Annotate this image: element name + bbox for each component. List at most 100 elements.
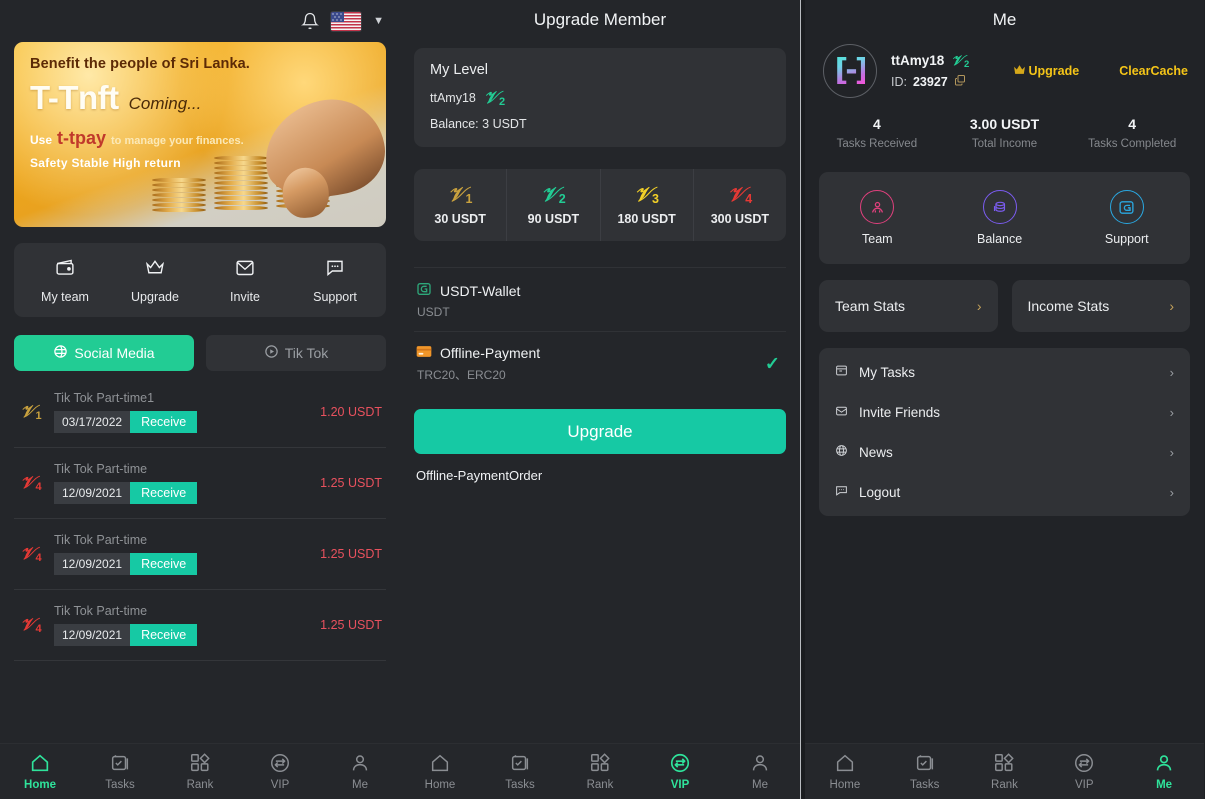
- profile-header: [-] ttAmy18 𝒱2 ID: 23927 Upgrade ClearCa…: [805, 40, 1204, 98]
- task-date: 03/17/2022: [54, 411, 131, 433]
- quick-action-team[interactable]: Team: [860, 190, 895, 246]
- tasks-icon: [511, 755, 529, 771]
- bottom-nav-label: VIP: [270, 779, 290, 791]
- quick-action-support[interactable]: Support: [1105, 190, 1149, 246]
- stats-card-row: Team Stats › Income Stats ›: [819, 280, 1190, 332]
- stat-label: Tasks Received: [836, 138, 918, 150]
- profile-stats: 4 Tasks Received 3.00 USDT Total Income …: [805, 116, 1204, 150]
- wallet-green-icon: [416, 281, 432, 300]
- level-price: 300 USDT: [710, 211, 770, 226]
- level-badge: 𝒱2: [483, 88, 506, 108]
- menu-item-news[interactable]: News ›: [819, 432, 1190, 472]
- stat-card-label: Team Stats: [835, 298, 906, 314]
- bottom-nav-vip[interactable]: VIP: [248, 752, 312, 791]
- quick-action-label: My team: [41, 289, 89, 304]
- home-header: ▼: [0, 0, 400, 42]
- bottom-nav-vip[interactable]: VIP: [1052, 752, 1116, 791]
- bottom-nav-label: Home: [829, 779, 861, 791]
- receive-button[interactable]: Receive: [130, 482, 198, 504]
- task-title: Tik Tok Part-time: [54, 462, 148, 476]
- stat-value: 3.00 USDT: [969, 116, 1040, 132]
- bottom-nav-me[interactable]: Me: [328, 752, 392, 791]
- bottom-nav-me[interactable]: Me: [1132, 752, 1196, 791]
- bottom-nav-me[interactable]: Me: [728, 752, 792, 791]
- receive-button[interactable]: Receive: [130, 553, 198, 575]
- quick-action-label: Support: [313, 289, 357, 304]
- task-amount: 1.25 USDT: [320, 547, 382, 561]
- payment-option-usdt-wallet[interactable]: USDT-Wallet USDT: [414, 267, 786, 331]
- upgrade-button[interactable]: Upgrade: [414, 409, 786, 454]
- bottom-nav-label: Me: [752, 779, 768, 791]
- bottom-nav-tasks[interactable]: Tasks: [488, 752, 552, 791]
- clear-cache-label: ClearCache: [1119, 64, 1188, 78]
- menu-item-label: Logout: [859, 484, 901, 500]
- bottom-nav-rank[interactable]: Rank: [972, 752, 1036, 791]
- level-option-4[interactable]: 𝒱4 300 USDT: [694, 169, 786, 241]
- team-icon: [860, 190, 895, 224]
- menu-item-logout[interactable]: Logout ›: [819, 472, 1190, 512]
- level-option-3[interactable]: 𝒱3 180 USDT: [601, 169, 694, 241]
- home-category-tabs: Social Media Tik Tok: [14, 335, 386, 371]
- copy-icon[interactable]: [954, 74, 966, 89]
- bottom-nav-rank[interactable]: Rank: [168, 752, 232, 791]
- offline-payment-order-link[interactable]: Offline-PaymentOrder: [416, 468, 800, 483]
- team-stats-card[interactable]: Team Stats ›: [819, 280, 998, 332]
- level-option-1[interactable]: 𝒱1 30 USDT: [414, 169, 508, 241]
- invite-friends-icon: [835, 404, 850, 420]
- quick-action-my-team[interactable]: My team: [28, 257, 102, 304]
- tab-social-media[interactable]: Social Media: [14, 335, 194, 371]
- bottom-nav-label: Rank: [991, 779, 1018, 791]
- quick-action-support[interactable]: Support: [298, 257, 372, 304]
- task-amount: 1.25 USDT: [320, 476, 382, 490]
- my-tasks-icon: [835, 364, 850, 380]
- wallet-icon: [54, 257, 76, 283]
- upgrade-link[interactable]: Upgrade: [1013, 64, 1079, 78]
- bottom-nav-label: Tasks: [909, 779, 940, 791]
- table-row[interactable]: 𝒱1 Tik Tok Part-time1 03/17/2022 Receive…: [14, 377, 386, 448]
- rank-icon: [995, 753, 1015, 772]
- level-option-2[interactable]: 𝒱2 90 USDT: [507, 169, 601, 241]
- bottom-nav-tasks[interactable]: Tasks: [88, 752, 152, 791]
- bottom-nav-home[interactable]: Home: [8, 752, 72, 791]
- quick-action-invite[interactable]: Invite: [208, 257, 282, 304]
- banner-use: Use: [30, 133, 53, 147]
- chevron-down-icon[interactable]: ▼: [373, 15, 384, 27]
- stat-value: 4: [1128, 116, 1137, 132]
- quick-action-upgrade[interactable]: Upgrade: [118, 257, 192, 304]
- balance-value: 3 USDT: [482, 117, 527, 131]
- banner-brand: T-Tnft: [30, 79, 119, 116]
- table-row[interactable]: 𝒱4 Tik Tok Part-time 12/09/2021 Receive …: [14, 590, 386, 661]
- bottom-nav-tasks[interactable]: Tasks: [893, 752, 957, 791]
- news-icon: [835, 444, 850, 460]
- bottom-nav-rank[interactable]: Rank: [568, 752, 632, 791]
- menu-item-invite-friends[interactable]: Invite Friends ›: [819, 392, 1190, 432]
- balance-label: Balance:: [430, 117, 479, 131]
- bell-icon[interactable]: [301, 11, 320, 31]
- task-amount: 1.25 USDT: [320, 618, 382, 632]
- bottom-nav-label: VIP: [670, 779, 690, 791]
- income-stats-card[interactable]: Income Stats ›: [1011, 280, 1190, 332]
- level-price: 90 USDT: [527, 211, 580, 226]
- crown-icon: [144, 257, 166, 283]
- clear-cache-link[interactable]: ClearCache: [1119, 64, 1188, 78]
- table-row[interactable]: 𝒱4 Tik Tok Part-time 12/09/2021 Receive …: [14, 519, 386, 590]
- receive-button[interactable]: Receive: [130, 624, 198, 646]
- us-flag-icon[interactable]: [331, 11, 362, 31]
- bottom-nav-label: Home: [24, 779, 56, 791]
- bottom-nav-home[interactable]: Home: [408, 752, 472, 791]
- menu-item-my-tasks[interactable]: My Tasks ›: [819, 352, 1190, 392]
- bottom-nav-vip[interactable]: VIP: [648, 752, 712, 791]
- person-icon: [352, 755, 368, 771]
- banner-features: Safety Stable High return: [30, 156, 181, 170]
- tab-label: Tik Tok: [284, 345, 329, 361]
- table-row[interactable]: 𝒱4 Tik Tok Part-time 12/09/2021 Receive …: [14, 448, 386, 519]
- quick-action-balance[interactable]: Balance: [977, 190, 1022, 246]
- tab-tik-tok[interactable]: Tik Tok: [206, 335, 386, 371]
- chevron-right-icon: ›: [1169, 444, 1174, 460]
- payment-option-offline-payment[interactable]: Offline-Payment TRC20、ERC20 ✓: [414, 331, 786, 395]
- promo-banner[interactable]: Benefit the people of Sri Lanka. T-Tnft …: [14, 42, 386, 227]
- banner-headline: Benefit the people of Sri Lanka.: [30, 56, 250, 72]
- receive-button[interactable]: Receive: [130, 411, 198, 433]
- avatar[interactable]: [-]: [823, 44, 877, 98]
- bottom-nav-home[interactable]: Home: [813, 752, 877, 791]
